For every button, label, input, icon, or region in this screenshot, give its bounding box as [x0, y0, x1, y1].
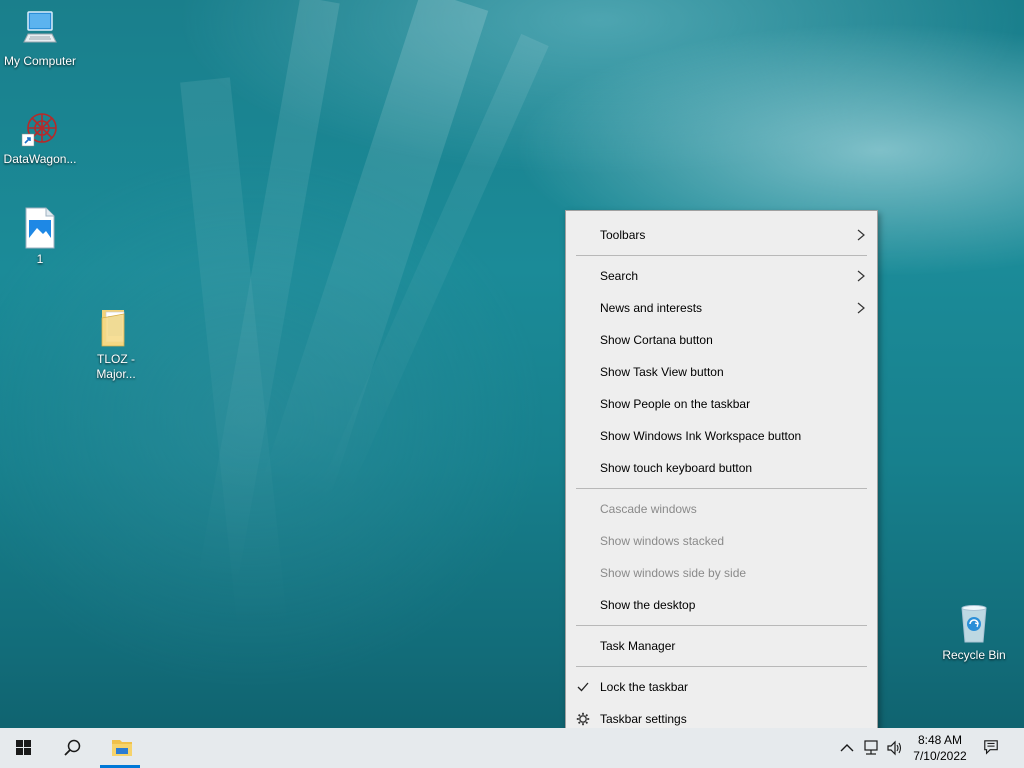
menu-separator — [576, 488, 867, 489]
menu-item-label: Toolbars — [600, 228, 646, 242]
desktop-icon-label: TLOZ - — [97, 352, 135, 366]
desktop-icon-label: 1 — [36, 252, 44, 266]
menu-separator — [576, 255, 867, 256]
desktop-icon-my-computer[interactable]: My Computer — [0, 8, 80, 69]
desktop-icon-label: DataWagon... — [3, 152, 77, 166]
windows-start-icon — [16, 740, 31, 755]
menu-item-show-windows-stacked: Show windows stacked — [566, 525, 877, 557]
menu-item-label: Lock the taskbar — [600, 680, 689, 694]
desktop-icon-label: Recycle Bin — [942, 648, 1006, 662]
menu-item-lock-the-taskbar[interactable]: Lock the taskbar — [566, 671, 877, 703]
menu-item-task-manager[interactable]: Task Manager — [566, 630, 877, 662]
datawagon-logo-icon — [18, 106, 62, 150]
menu-item-show-people[interactable]: Show People on the taskbar — [566, 388, 877, 420]
menu-item-show-task-view-button[interactable]: Show Task View button — [566, 356, 877, 388]
menu-item-label: Taskbar settings — [600, 712, 687, 726]
menu-item-toolbars[interactable]: Toolbars — [566, 219, 877, 251]
taskbar-context-menu: Toolbars Search News and interests Show … — [565, 210, 878, 744]
folder-icon — [94, 306, 138, 350]
menu-separator — [576, 666, 867, 667]
image-file-icon — [18, 206, 62, 250]
search-button[interactable] — [48, 728, 96, 768]
checkmark-icon — [577, 682, 589, 692]
menu-item-label: Show Task View button — [600, 365, 724, 379]
menu-item-label: Show windows stacked — [600, 534, 725, 548]
menu-item-show-cortana-button[interactable]: Show Cortana button — [566, 324, 877, 356]
network-icon[interactable] — [862, 740, 880, 756]
gear-icon — [576, 712, 590, 726]
menu-item-label: Task Manager — [600, 639, 676, 653]
menu-item-label: News and interests — [600, 301, 703, 315]
notifications-icon[interactable] — [982, 739, 1000, 755]
desktop-icon-recycle-bin[interactable]: Recycle Bin — [934, 602, 1014, 663]
chevron-up-icon[interactable] — [838, 740, 856, 756]
desktop-icon-image-file[interactable]: 1 — [0, 206, 80, 267]
menu-item-label: Show Cortana button — [600, 333, 713, 347]
desktop-icon-label: Major... — [96, 367, 136, 381]
menu-item-label: Show windows side by side — [600, 566, 747, 580]
menu-item-show-windows-side-by-side: Show windows side by side — [566, 557, 877, 589]
file-explorer-icon — [100, 740, 140, 768]
recycle-bin-icon — [952, 602, 996, 646]
clock-date: 7/10/2022 — [913, 749, 967, 763]
menu-item-show-windows-ink[interactable]: Show Windows Ink Workspace button — [566, 420, 877, 452]
chevron-right-icon — [857, 302, 865, 314]
menu-item-show-the-desktop[interactable]: Show the desktop — [566, 589, 877, 621]
desktop-icon-tloz-folder[interactable]: TLOZ - Major... — [76, 306, 156, 382]
volume-icon[interactable] — [886, 740, 904, 756]
menu-item-label: Show People on the taskbar — [600, 397, 751, 411]
menu-separator — [576, 625, 867, 626]
menu-item-label: Show the desktop — [600, 598, 696, 612]
chevron-right-icon — [857, 270, 865, 282]
menu-item-label: Cascade windows — [600, 502, 697, 516]
menu-item-search[interactable]: Search — [566, 260, 877, 292]
clock-time: 8:48 AM — [917, 733, 963, 747]
desktop-icon-label: My Computer — [3, 54, 77, 68]
menu-item-label: Show Windows Ink Workspace button — [600, 429, 802, 443]
taskbar-clock[interactable]: 8:48 AM 7/10/2022 — [910, 732, 970, 764]
menu-item-label: Search — [600, 269, 639, 283]
menu-item-cascade-windows: Cascade windows — [566, 493, 877, 525]
search-icon — [64, 739, 81, 756]
menu-item-show-touch-keyboard[interactable]: Show touch keyboard button — [566, 452, 877, 484]
menu-item-news-and-interests[interactable]: News and interests — [566, 292, 877, 324]
taskbar[interactable]: 8:48 AM 7/10/2022 — [0, 728, 1024, 768]
file-explorer-button[interactable] — [98, 728, 146, 768]
desktop-icon-datawagon[interactable]: DataWagon... — [0, 106, 80, 167]
chevron-right-icon — [857, 229, 865, 241]
start-button[interactable] — [0, 728, 48, 768]
menu-item-label: Show touch keyboard button — [600, 461, 753, 475]
computer-icon — [18, 8, 62, 52]
